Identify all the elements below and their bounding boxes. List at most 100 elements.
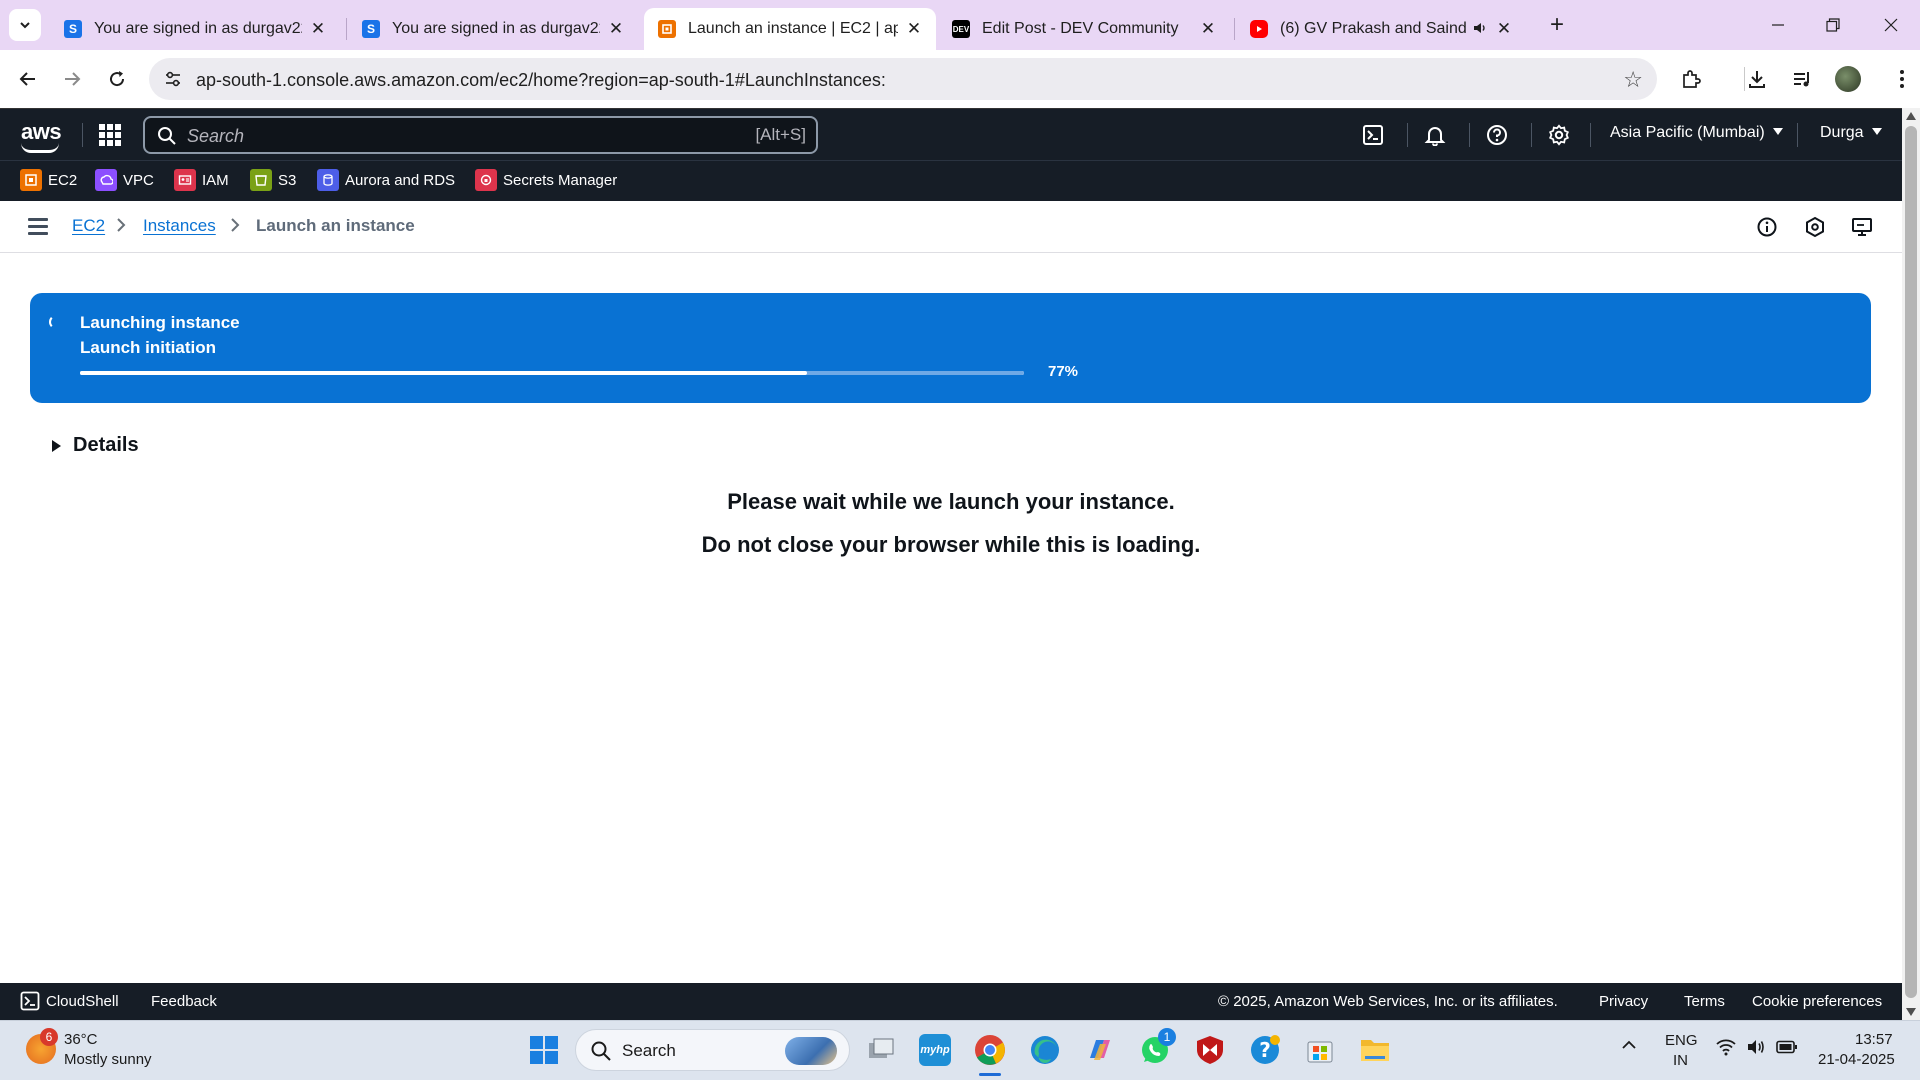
scroll-up-arrow-icon[interactable] bbox=[1906, 112, 1916, 120]
settings-gear-icon[interactable] bbox=[1546, 122, 1572, 148]
browser-tab-1[interactable]: S You are signed in as durgav22it ✕ bbox=[50, 8, 340, 50]
aws-top-navigation: aws [Alt+S] Asia Pacific (Mumbai) Durga bbox=[0, 108, 1902, 160]
cookie-preferences-link[interactable]: Cookie preferences bbox=[1752, 993, 1882, 1010]
windows-start-icon[interactable] bbox=[528, 1034, 560, 1066]
file-explorer-icon[interactable] bbox=[1359, 1034, 1391, 1066]
scrollbar-thumb[interactable] bbox=[1905, 126, 1917, 998]
cloudshell-link[interactable]: CloudShell bbox=[46, 993, 119, 1010]
terms-link[interactable]: Terms bbox=[1684, 993, 1725, 1010]
close-window-button[interactable] bbox=[1868, 8, 1914, 42]
favorite-iam[interactable]: IAM bbox=[174, 169, 229, 191]
get-help-icon[interactable]: ? bbox=[1249, 1034, 1281, 1066]
security-settings-icon[interactable] bbox=[1803, 215, 1827, 239]
cloudshell-icon[interactable] bbox=[1360, 122, 1386, 148]
services-grid-icon[interactable] bbox=[99, 124, 121, 146]
browser-toolbar: ap-south-1.console.aws.amazon.com/ec2/ho… bbox=[0, 50, 1920, 108]
privacy-link[interactable]: Privacy bbox=[1599, 993, 1648, 1010]
wifi-icon[interactable] bbox=[1716, 1038, 1736, 1060]
forward-button[interactable] bbox=[56, 63, 88, 95]
extensions-button[interactable] bbox=[1677, 65, 1705, 93]
chevron-right-icon bbox=[115, 215, 127, 240]
caret-down-icon bbox=[1772, 128, 1783, 135]
favorite-secrets-manager[interactable]: Secrets Manager bbox=[475, 169, 617, 191]
nav-divider bbox=[1590, 123, 1591, 147]
close-icon bbox=[1884, 18, 1898, 32]
youtube-favicon-icon bbox=[1250, 20, 1268, 38]
mcafee-icon[interactable] bbox=[1194, 1034, 1226, 1066]
info-icon[interactable] bbox=[1755, 215, 1779, 239]
tab-title: You are signed in as durgav22it bbox=[94, 20, 302, 37]
speaker-icon[interactable] bbox=[1472, 20, 1488, 39]
back-button[interactable] bbox=[12, 63, 44, 95]
close-tab-icon[interactable]: ✕ bbox=[1198, 19, 1218, 39]
browser-tab-4[interactable]: DEV Edit Post - DEV Community ✕ bbox=[938, 8, 1230, 50]
language-indicator-top[interactable]: ENG bbox=[1665, 1032, 1698, 1049]
favorite-s3[interactable]: S3 bbox=[250, 169, 296, 191]
vpc-service-icon bbox=[95, 169, 117, 191]
battery-icon[interactable] bbox=[1776, 1040, 1798, 1058]
search-input[interactable] bbox=[187, 123, 667, 149]
help-icon[interactable] bbox=[1484, 122, 1510, 148]
weather-description[interactable]: Mostly sunny bbox=[64, 1051, 152, 1068]
favorite-ec2[interactable]: EC2 bbox=[20, 169, 77, 191]
downloads-icon[interactable] bbox=[1743, 65, 1771, 93]
favorite-label: S3 bbox=[278, 171, 297, 189]
clock-date[interactable]: 21-04-2025 bbox=[1818, 1051, 1895, 1068]
restore-button[interactable] bbox=[1810, 8, 1856, 42]
show-hidden-icons-chevron-icon[interactable] bbox=[1620, 1036, 1638, 1058]
tab-separator bbox=[1234, 18, 1235, 40]
address-bar[interactable]: ap-south-1.console.aws.amazon.com/ec2/ho… bbox=[149, 58, 1657, 100]
whatsapp-badge: 1 bbox=[1158, 1028, 1176, 1046]
new-tab-button[interactable]: + bbox=[1543, 11, 1571, 39]
account-menu[interactable]: Durga bbox=[1820, 124, 1882, 142]
volume-icon[interactable] bbox=[1746, 1038, 1766, 1060]
edge-icon[interactable] bbox=[1029, 1034, 1061, 1066]
reload-button[interactable] bbox=[101, 63, 133, 95]
region-selector[interactable]: Asia Pacific (Mumbai) bbox=[1610, 124, 1783, 142]
nav-divider bbox=[1407, 123, 1408, 147]
feedback-link[interactable]: Feedback bbox=[151, 993, 217, 1010]
close-tab-icon[interactable]: ✕ bbox=[606, 19, 626, 39]
browser-menu-icon[interactable] bbox=[1888, 65, 1916, 93]
close-tab-icon[interactable]: ✕ bbox=[904, 19, 924, 39]
details-label: Details bbox=[73, 434, 139, 456]
svg-text:?: ? bbox=[1259, 1038, 1271, 1062]
weather-temperature[interactable]: 36°C bbox=[64, 1031, 98, 1048]
cloudshell-footer-icon[interactable] bbox=[20, 991, 40, 1015]
page-scrollbar[interactable] bbox=[1902, 108, 1920, 1020]
copilot-icon[interactable] bbox=[1084, 1034, 1116, 1066]
media-control-icon[interactable] bbox=[1788, 65, 1816, 93]
tab-search-button[interactable] bbox=[9, 9, 41, 41]
clock-time[interactable]: 13:57 bbox=[1855, 1031, 1893, 1048]
profile-avatar[interactable] bbox=[1835, 66, 1861, 92]
microsoft-store-icon[interactable] bbox=[1304, 1034, 1336, 1066]
browser-tab-5[interactable]: (6) GV Prakash and Saindha ✕ bbox=[1236, 8, 1526, 50]
language-indicator-bottom[interactable]: IN bbox=[1673, 1052, 1688, 1069]
progress-bar-fill bbox=[80, 371, 807, 375]
breadcrumb-instances[interactable]: Instances bbox=[143, 216, 216, 236]
browser-tab-3-active[interactable]: Launch an instance | EC2 | ap-sc ✕ bbox=[644, 8, 936, 50]
notifications-bell-icon[interactable] bbox=[1422, 122, 1448, 148]
favorite-vpc[interactable]: VPC bbox=[95, 169, 154, 191]
aws-logo[interactable]: aws bbox=[21, 119, 62, 153]
chrome-icon[interactable] bbox=[974, 1034, 1006, 1066]
close-tab-icon[interactable]: ✕ bbox=[1494, 19, 1514, 39]
aws-logo-text: aws bbox=[21, 119, 62, 144]
aws-search-box[interactable]: [Alt+S] bbox=[143, 116, 818, 154]
task-view-icon[interactable] bbox=[865, 1034, 897, 1066]
scroll-down-arrow-icon[interactable] bbox=[1906, 1008, 1916, 1016]
taskbar-search-box[interactable]: Search bbox=[575, 1029, 850, 1071]
browser-tab-2[interactable]: S You are signed in as durgav22it ✕ bbox=[348, 8, 638, 50]
close-tab-icon[interactable]: ✕ bbox=[308, 19, 328, 39]
details-expander[interactable]: Details bbox=[52, 434, 139, 457]
s3-bucket-icon bbox=[250, 169, 272, 191]
side-nav-menu-icon[interactable] bbox=[28, 218, 48, 235]
breadcrumb-ec2[interactable]: EC2 bbox=[72, 216, 105, 236]
favorite-aurora-rds[interactable]: Aurora and RDS bbox=[317, 169, 455, 191]
bookmark-star-icon[interactable]: ☆ bbox=[1623, 67, 1643, 93]
minimize-button[interactable] bbox=[1755, 8, 1801, 42]
myhp-app-icon[interactable]: myhp bbox=[919, 1034, 951, 1066]
url-text[interactable]: ap-south-1.console.aws.amazon.com/ec2/ho… bbox=[196, 70, 886, 91]
site-settings-icon[interactable] bbox=[163, 69, 183, 94]
feedback-monitor-icon[interactable] bbox=[1850, 215, 1874, 239]
